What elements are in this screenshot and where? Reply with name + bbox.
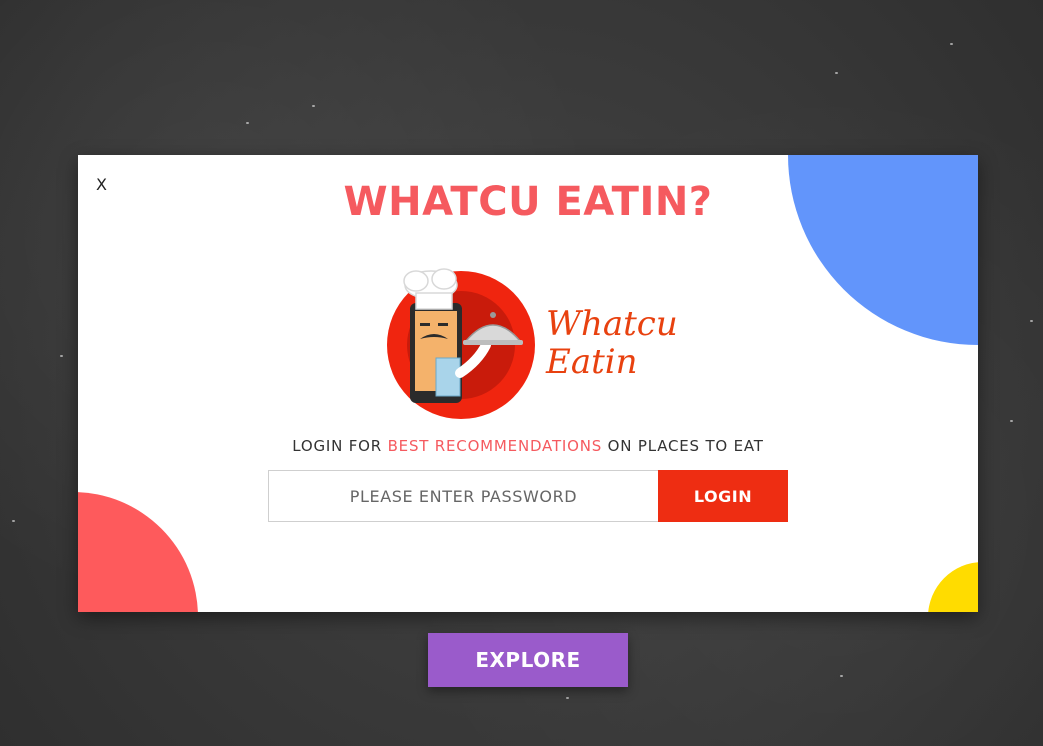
- logo-text-line1: Whatcu: [546, 304, 678, 344]
- background-speck: [246, 122, 249, 124]
- background-speck: [950, 43, 953, 45]
- tagline-prefix: LOGIN FOR: [292, 437, 388, 455]
- password-input[interactable]: [268, 470, 658, 522]
- login-tagline: LOGIN FOR BEST RECOMMENDATIONS ON PLACES…: [78, 437, 978, 455]
- background-speck: [840, 675, 843, 677]
- login-form: LOGIN: [268, 470, 788, 522]
- background-speck: [12, 520, 15, 522]
- login-modal: X WHATCU EATIN? Whatcu Eatin LOGIN FOR B…: [78, 155, 978, 612]
- background-speck: [1030, 320, 1033, 322]
- explore-button[interactable]: EXPLORE: [428, 633, 628, 687]
- chef-waiter-logo: Whatcu Eatin: [386, 263, 686, 423]
- decorative-red-circle: [78, 492, 198, 612]
- background-speck: [60, 355, 63, 357]
- tagline-highlight: BEST RECOMMENDATIONS: [387, 437, 603, 455]
- decorative-yellow-circle: [928, 562, 978, 612]
- login-button[interactable]: LOGIN: [658, 470, 788, 522]
- background-speck: [1010, 420, 1013, 422]
- tagline-suffix: ON PLACES TO EAT: [602, 437, 764, 455]
- background-speck: [312, 105, 315, 107]
- logo-text-line2: Eatin: [545, 342, 638, 382]
- background-speck: [835, 72, 838, 74]
- modal-title: WHATCU EATIN?: [343, 179, 713, 225]
- background-speck: [566, 697, 569, 699]
